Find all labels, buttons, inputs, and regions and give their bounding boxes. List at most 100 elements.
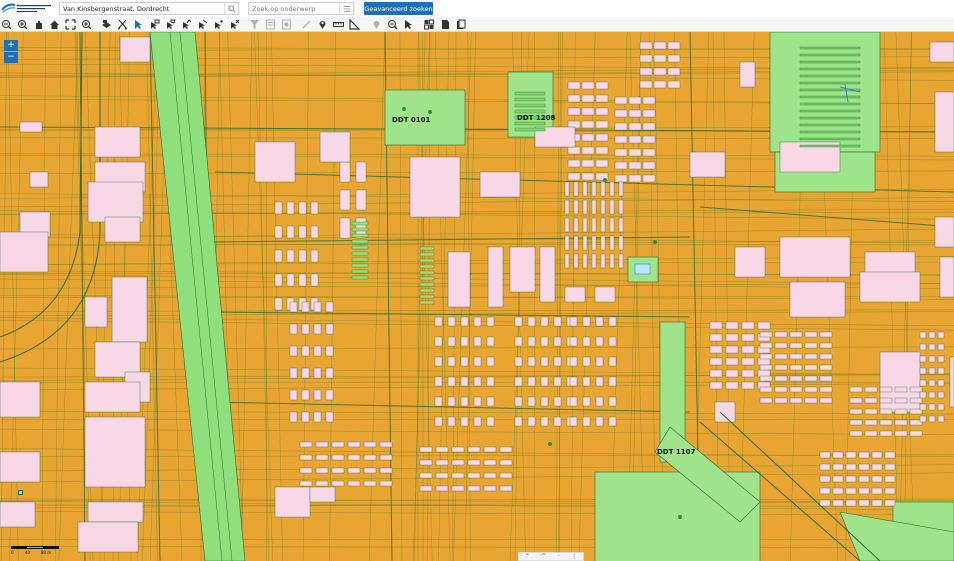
- house: [789, 364, 803, 371]
- house: [419, 300, 435, 305]
- select-clear-icon[interactable]: [228, 18, 241, 31]
- building: [87, 501, 144, 523]
- advanced-search-button[interactable]: Geavanceerd zoeken: [364, 2, 433, 15]
- house: [725, 357, 739, 366]
- house: [514, 416, 523, 427]
- house: [741, 321, 755, 330]
- document-icon[interactable]: [439, 18, 452, 31]
- report-icon[interactable]: [264, 18, 277, 31]
- cut-icon[interactable]: [116, 18, 129, 31]
- house: [419, 276, 435, 281]
- zoom-in-icon[interactable]: [16, 18, 29, 31]
- house: [460, 316, 469, 327]
- house: [434, 396, 443, 407]
- house: [909, 386, 923, 393]
- measure-angle-icon[interactable]: [348, 18, 361, 31]
- house: [486, 416, 495, 427]
- house: [527, 316, 536, 327]
- house: [595, 133, 609, 142]
- house: [709, 357, 723, 366]
- subject-search-input[interactable]: [249, 4, 339, 13]
- house: [527, 336, 536, 347]
- filter-icon[interactable]: [248, 18, 261, 31]
- collapse-button[interactable]: ^: [541, 553, 546, 560]
- house: [351, 275, 369, 280]
- house: [789, 375, 803, 382]
- tree-symbol: [603, 178, 607, 182]
- house: [928, 367, 936, 375]
- layers-icon[interactable]: [100, 18, 113, 31]
- house: [871, 463, 883, 471]
- select-plus-icon[interactable]: [148, 18, 161, 31]
- building: [104, 216, 141, 243]
- subject-search-field[interactable]: [248, 2, 354, 15]
- house: [347, 467, 361, 474]
- full-extent-icon[interactable]: [64, 18, 77, 31]
- house: [759, 364, 773, 371]
- zoom-box-icon[interactable]: [80, 18, 93, 31]
- zoom-in-button[interactable]: +: [4, 40, 18, 51]
- building: [949, 356, 954, 408]
- house: [325, 323, 334, 335]
- map-view[interactable]: + − DDT 0101 DDT 1208 DDT 1107 0 40 80 m: [0, 32, 954, 561]
- building: [779, 236, 851, 278]
- house: [799, 67, 861, 71]
- building: [859, 271, 921, 303]
- house: [301, 323, 310, 335]
- house: [567, 81, 581, 90]
- select-icon[interactable]: [132, 18, 145, 31]
- house: [310, 201, 319, 215]
- house: [600, 253, 606, 269]
- zoom-extent-icon[interactable]: [386, 18, 399, 31]
- house: [741, 345, 755, 354]
- house: [582, 253, 588, 269]
- house: [928, 331, 936, 339]
- house: [928, 379, 936, 387]
- collapse-all-button[interactable]: ⌃: [525, 553, 530, 560]
- documents-icon[interactable]: [455, 18, 468, 31]
- house: [864, 408, 878, 415]
- select-point-icon[interactable]: [212, 18, 225, 31]
- water-parcel: [634, 263, 651, 275]
- zoom-out-icon[interactable]: [0, 18, 13, 31]
- home-icon[interactable]: [48, 18, 61, 31]
- marker-icon[interactable]: [370, 18, 383, 31]
- house: [937, 391, 945, 399]
- arrow-icon[interactable]: [402, 18, 415, 31]
- house: [569, 336, 578, 347]
- building: [77, 521, 139, 553]
- house: [919, 415, 927, 423]
- house: [919, 367, 927, 375]
- basemap-icon[interactable]: [423, 18, 436, 31]
- pin-icon[interactable]: [316, 18, 329, 31]
- zoom-out-button[interactable]: −: [4, 52, 18, 63]
- report-2-icon[interactable]: [280, 18, 293, 31]
- house: [789, 331, 803, 338]
- house: [614, 174, 628, 183]
- house: [725, 345, 739, 354]
- house: [499, 472, 513, 479]
- address-search-field[interactable]: Van Kinsbergenstraat, Dordrecht: [59, 2, 239, 15]
- house: [832, 487, 844, 495]
- panel-dot-button[interactable]: ·: [558, 553, 560, 560]
- top-bar: Van Kinsbergenstraat, Dordrecht Geavance…: [0, 0, 954, 17]
- map-canvas[interactable]: [0, 32, 954, 561]
- house: [864, 430, 878, 437]
- building: [734, 246, 766, 278]
- address-search-value[interactable]: Van Kinsbergenstraat, Dordrecht: [60, 5, 224, 13]
- house: [582, 199, 588, 215]
- measure-line-icon[interactable]: [332, 18, 345, 31]
- house: [467, 485, 481, 492]
- house: [573, 217, 579, 233]
- list-icon[interactable]: [339, 3, 353, 14]
- search-icon[interactable]: [224, 3, 238, 14]
- report-3-icon[interactable]: [300, 18, 313, 31]
- select-line-icon[interactable]: [196, 18, 209, 31]
- panel-handle-button[interactable]: ⋮: [571, 553, 577, 560]
- select-minus-icon[interactable]: [164, 18, 177, 31]
- organisation-logo[interactable]: [1, 1, 55, 16]
- select-poly-icon[interactable]: [180, 18, 193, 31]
- pan-hand-icon[interactable]: [32, 18, 45, 31]
- house: [567, 146, 581, 155]
- house: [310, 225, 319, 239]
